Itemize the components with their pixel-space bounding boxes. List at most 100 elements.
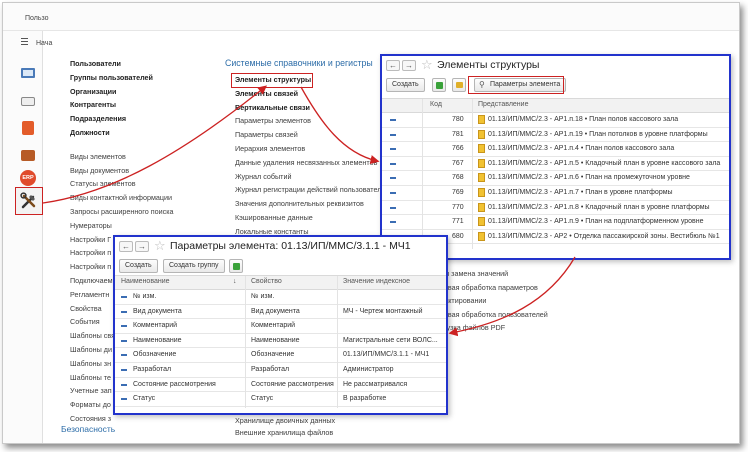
document-icon: [478, 144, 485, 154]
copy-button[interactable]: [229, 259, 243, 273]
link-numerators[interactable]: Нумераторы: [70, 219, 174, 233]
create-button[interactable]: Создать: [119, 259, 158, 273]
tab-home[interactable]: Нача: [36, 40, 52, 47]
calculator-section-button[interactable]: [17, 118, 39, 138]
link-event-log[interactable]: Журнал событий: [235, 170, 389, 184]
tray-icon: [21, 96, 35, 106]
tools-icon: [20, 192, 36, 209]
document-icon: [478, 158, 485, 168]
link-element-types[interactable]: Виды элементов: [70, 150, 174, 164]
table-row[interactable]: Разработал Разработал Администратор: [115, 363, 446, 378]
col-property[interactable]: Свойство: [251, 278, 282, 285]
favorite-star-icon[interactable]: ☆: [154, 238, 166, 253]
table-row[interactable]: 781 01.13/ИП/ММС/2.3 - АР1.п.19 • План по…: [382, 128, 729, 143]
table-row[interactable]: 771 01.13/ИП/ММС/2.3 - АР1.п.9 • План на …: [382, 215, 729, 230]
link-pdf-upload[interactable]: грузка файлов PDF: [440, 321, 548, 335]
link-element-params[interactable]: Параметры элементов: [235, 114, 389, 128]
link-deletion-data[interactable]: Данные удаления несвязанных элементов: [235, 156, 389, 170]
link-departments[interactable]: Подразделения: [70, 112, 174, 126]
link-search-queries[interactable]: Запросы расширенного поиска: [70, 205, 174, 219]
col-presentation[interactable]: Представление: [478, 101, 528, 108]
table-row[interactable]: 766 01.13/ИП/ММС/2.3 - АР1.п.4 • План пол…: [382, 142, 729, 157]
document-icon: [478, 217, 485, 227]
col-name[interactable]: Наименование: [121, 278, 170, 285]
table-row[interactable]: Наименование Наименование Магистральные се…: [115, 334, 446, 349]
col-value[interactable]: Значение индексное: [343, 278, 410, 285]
app-title: Пользо: [25, 15, 49, 22]
col-code[interactable]: Код: [430, 101, 442, 108]
table-row[interactable]: 769 01.13/ИП/ММС/2.3 - АР1.п.7 • План в у…: [382, 186, 729, 201]
table-row[interactable]: Вид документа Вид документа МЧ - Чертеж мо…: [115, 305, 446, 320]
link-batch-users[interactable]: повая обработка пользователей: [440, 308, 548, 322]
link-link-params[interactable]: Параметры связей: [235, 128, 389, 142]
create-group-button[interactable]: Создать группу: [163, 259, 225, 273]
link-positions[interactable]: Должности: [70, 126, 174, 140]
table-row[interactable]: Обозначение Обозначение 01.13/ИП/ММС/3.1.1…: [115, 348, 446, 363]
table-row[interactable]: Состояние рассмотрения Состояние рассмотр…: [115, 378, 446, 393]
create-button[interactable]: Создать: [386, 78, 425, 92]
structure-grid-header: Код Представление: [382, 99, 729, 113]
structure-window-header: ← → ☆ Элементы структуры: [382, 56, 729, 75]
link-contact-info-types[interactable]: Виды контактной информации: [70, 191, 174, 205]
link-binary-storage[interactable]: Хранилище двоичных данных: [235, 415, 335, 427]
favorite-star-icon[interactable]: ☆: [421, 57, 433, 72]
section-title: Системные справочники и регистры: [225, 58, 373, 68]
back-arrow-icon[interactable]: ←: [119, 241, 133, 252]
link-batch-params[interactable]: повая обработка параметров: [440, 281, 548, 295]
link-search-replace[interactable]: к и замена значений: [440, 267, 548, 281]
link-vertical-links[interactable]: Вертикальные связи: [235, 101, 389, 115]
structure-grid: Код Представление 780 01.13/ИП/ММС/2.3 - …: [382, 98, 729, 249]
link-document-types[interactable]: Виды документов: [70, 164, 174, 178]
link-element-statuses[interactable]: Статусы элементов: [70, 177, 174, 191]
link-user-actions-log[interactable]: Журнал регистрации действий пользователе…: [235, 183, 389, 197]
params-grid: Наименование ↓ Свойство Значение индексн…: [115, 275, 446, 408]
title-bar: Пользо: [3, 3, 739, 31]
calculator-icon: [22, 121, 34, 135]
link-link-elements[interactable]: Элементы связей: [235, 87, 389, 101]
link-additional-attributes[interactable]: Значения дополнительных реквизитов: [235, 197, 389, 211]
link-cached-data[interactable]: Кэшированные данные: [235, 211, 389, 225]
params-grid-header: Наименование ↓ Свойство Значение индексн…: [115, 276, 446, 290]
link-counterparties[interactable]: Контрагенты: [70, 98, 174, 112]
middle-column-bottom: Хранилище двоичных данных Внешние хранил…: [235, 415, 335, 439]
briefcase-icon: [21, 149, 35, 161]
back-arrow-icon[interactable]: ←: [386, 60, 400, 71]
table-row[interactable]: 770 01.13/ИП/ММС/2.3 - АР1.п.8 • Кладочны…: [382, 201, 729, 216]
copy-icon: [436, 82, 443, 89]
menu-icon[interactable]: [21, 38, 28, 45]
params-toolbar: Создать Создать группу: [115, 257, 446, 275]
briefcase-section-button[interactable]: [17, 145, 39, 165]
document-icon: [478, 187, 485, 197]
link-element-hierarchy[interactable]: Иерархия элементов: [235, 142, 389, 156]
table-row[interactable]: Статус Статус В разработке: [115, 392, 446, 407]
table-row[interactable]: 780 01.13/ИП/ММС/2.3 - АР1.п.18 • План по…: [382, 113, 729, 128]
table-row[interactable]: 767 01.13/ИП/ММС/2.3 - АР1.п.5 • Кладочны…: [382, 157, 729, 172]
forward-arrow-icon[interactable]: →: [402, 60, 416, 71]
right-column-partial: к и замена значений повая обработка пара…: [440, 267, 548, 335]
structure-window-title: Элементы структуры: [437, 59, 540, 71]
table-row[interactable]: 768 01.13/ИП/ММС/2.3 - АР1.п.6 • План на …: [382, 171, 729, 186]
tools-section-button[interactable]: [15, 187, 43, 215]
document-icon: [478, 202, 485, 212]
sort-arrow-icon[interactable]: ↓: [233, 278, 237, 285]
copy-icon: [233, 263, 240, 270]
app-window: Пользо Нача ERP Пользователи Группы поль…: [2, 2, 740, 444]
table-row[interactable]: № изм. № изм.: [115, 290, 446, 305]
link-editing[interactable]: дактировании: [440, 294, 548, 308]
link-security[interactable]: Безопасность: [61, 424, 115, 434]
forward-arrow-icon[interactable]: →: [135, 241, 149, 252]
middle-column: Элементы структуры Элементы связей Верти…: [235, 73, 389, 239]
desktop-section-button[interactable]: [17, 63, 39, 83]
link-organizations[interactable]: Организации: [70, 85, 174, 99]
tray-section-button[interactable]: [17, 91, 39, 111]
copy-button[interactable]: [432, 78, 446, 92]
document-icon: [478, 231, 485, 241]
document-icon: [478, 173, 485, 183]
link-users[interactable]: Пользователи: [70, 57, 174, 71]
erp-section-button[interactable]: ERP: [17, 168, 39, 188]
folder-button[interactable]: [452, 78, 466, 92]
link-user-groups[interactable]: Группы пользователей: [70, 71, 174, 85]
link-external-storage[interactable]: Внешние хранилища файлов: [235, 427, 335, 439]
params-window-title: Параметры элемента: 01.13/ИП/ММС/3.1.1 -…: [170, 240, 411, 252]
table-row[interactable]: Комментарий Комментарий: [115, 319, 446, 334]
